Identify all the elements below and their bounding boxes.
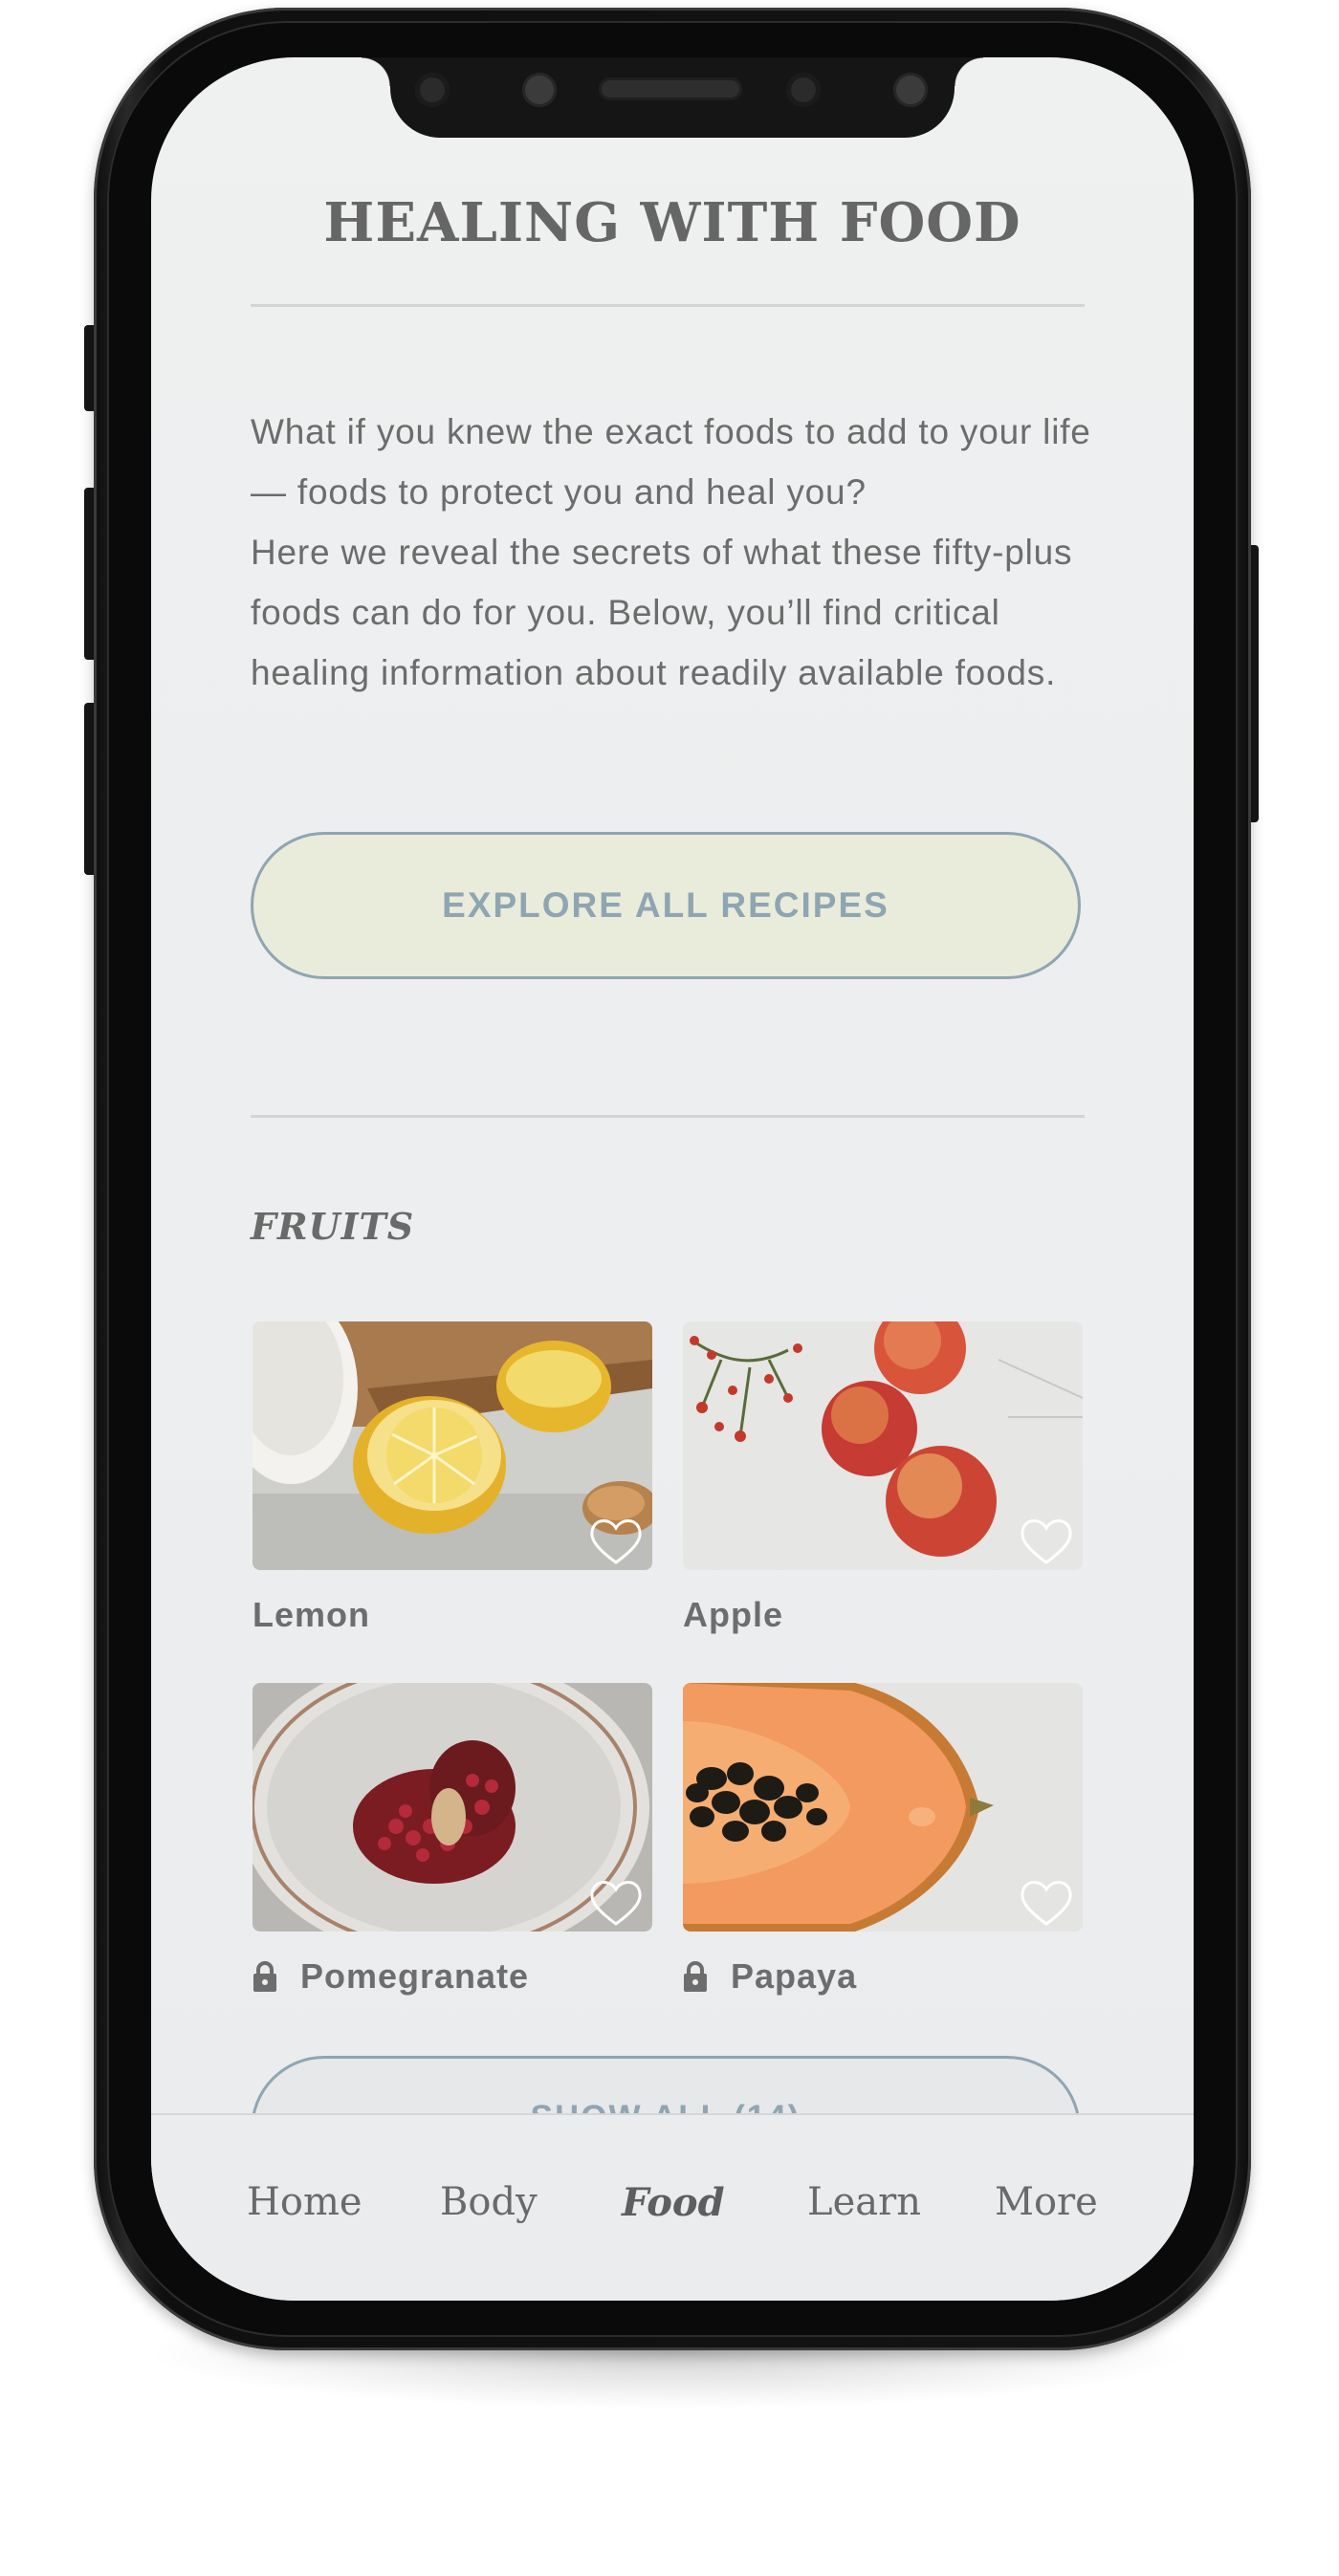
explore-all-recipes-button[interactable]: EXPLORE ALL RECIPES [251, 832, 1081, 979]
heart-outline-icon[interactable] [1018, 1878, 1075, 1928]
papaya-image [683, 1683, 1083, 1932]
heart-outline-icon[interactable] [1018, 1517, 1075, 1566]
front-camera-icon [786, 73, 821, 107]
fruit-name-row: Papaya [683, 1956, 1083, 1997]
lemon-image [252, 1321, 652, 1570]
lock-icon [253, 1961, 276, 1992]
fruit-card-papaya[interactable]: Papaya [683, 1683, 1083, 1997]
section-divider [251, 1115, 1085, 1118]
dot-projector-icon [893, 73, 928, 107]
page-title: HEALING WITH FOOD [323, 191, 1021, 254]
pomegranate-image [252, 1683, 652, 1932]
heart-outline-icon[interactable] [587, 1517, 645, 1566]
tab-body[interactable]: Body [440, 2180, 538, 2224]
intro-text: What if you knew the exact foods to add … [251, 402, 1092, 703]
tab-home[interactable]: Home [247, 2180, 362, 2224]
tab-more[interactable]: More [995, 2180, 1098, 2224]
fruit-card-pomegranate[interactable]: Pomegranate [252, 1683, 652, 1997]
earpiece-speaker [599, 77, 742, 100]
notch [362, 57, 983, 138]
heart-outline-icon[interactable] [587, 1878, 645, 1928]
lock-icon [684, 1961, 707, 1992]
fruit-name: Apple [683, 1595, 784, 1634]
title-divider [251, 304, 1085, 307]
intro-paragraph-1: What if you knew the exact foods to add … [251, 412, 1091, 512]
fruit-card-lemon[interactable]: Lemon [252, 1321, 652, 1635]
tab-learn[interactable]: Learn [807, 2180, 921, 2224]
sensor-icon [415, 73, 450, 107]
fruit-card-apple[interactable]: Apple [683, 1321, 1083, 1635]
phone-frame: HEALING WITH FOOD What if you knew the e… [94, 8, 1251, 2350]
fruit-name: Pomegranate [300, 1956, 530, 1996]
fruit-name: Papaya [731, 1956, 858, 1996]
bottom-tab-bar: Home Body Food Learn More [151, 2113, 1194, 2301]
fruit-name: Lemon [252, 1595, 371, 1634]
app-screen: HEALING WITH FOOD What if you knew the e… [151, 57, 1194, 2301]
fruits-heading: FRUITS [251, 1205, 415, 1248]
apple-image [683, 1321, 1083, 1570]
proximity-sensor-icon [522, 73, 557, 107]
intro-paragraph-2: Here we reveal the secrets of what these… [251, 533, 1073, 692]
tab-food[interactable]: Food [622, 2180, 725, 2225]
fruit-name-row: Pomegranate [252, 1956, 652, 1997]
